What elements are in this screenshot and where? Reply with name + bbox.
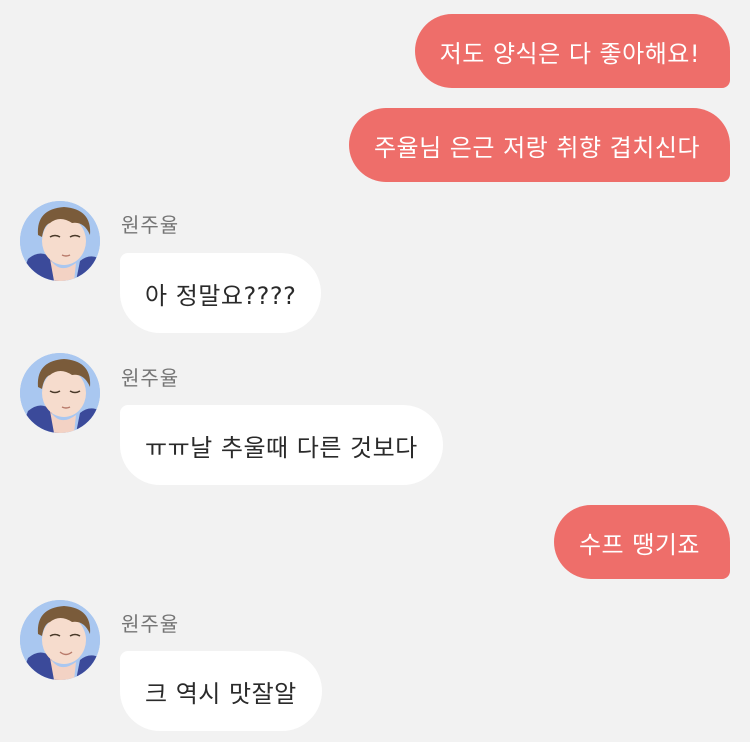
avatar[interactable] [20, 353, 100, 433]
outgoing-message-bubble[interactable]: 수프 땡기죠 [553, 505, 730, 579]
avatar[interactable] [20, 201, 100, 281]
message-text: 저도 양식은 다 좋아해요! [439, 39, 700, 68]
incoming-message-bubble[interactable]: 크 역시 맛잘알 [120, 651, 322, 731]
sender-name: 원주율 [121, 213, 180, 237]
avatar[interactable] [20, 600, 100, 680]
incoming-message-bubble[interactable]: ㅠㅠ날 추울때 다른 것보다 [120, 405, 443, 485]
user-avatar-icon [20, 353, 100, 433]
incoming-message-bubble[interactable]: 아 정말요???? [120, 253, 322, 333]
message-text: 아 정말요???? [145, 281, 297, 310]
message-text: 크 역시 맛잘알 [145, 679, 297, 708]
sender-name: 원주율 [121, 612, 180, 636]
message-text: 수프 땡기죠 [578, 530, 700, 559]
sender-name: 원주율 [121, 366, 180, 390]
outgoing-message-bubble[interactable]: 주율님 은근 저랑 취향 겹치신다 [348, 108, 730, 182]
user-avatar-icon [20, 600, 100, 680]
message-text: 주율님 은근 저랑 취향 겹치신다 [373, 133, 700, 162]
outgoing-message-bubble[interactable]: 저도 양식은 다 좋아해요! [414, 14, 730, 88]
user-avatar-icon [20, 201, 100, 281]
message-text: ㅠㅠ날 추울때 다른 것보다 [145, 433, 418, 462]
